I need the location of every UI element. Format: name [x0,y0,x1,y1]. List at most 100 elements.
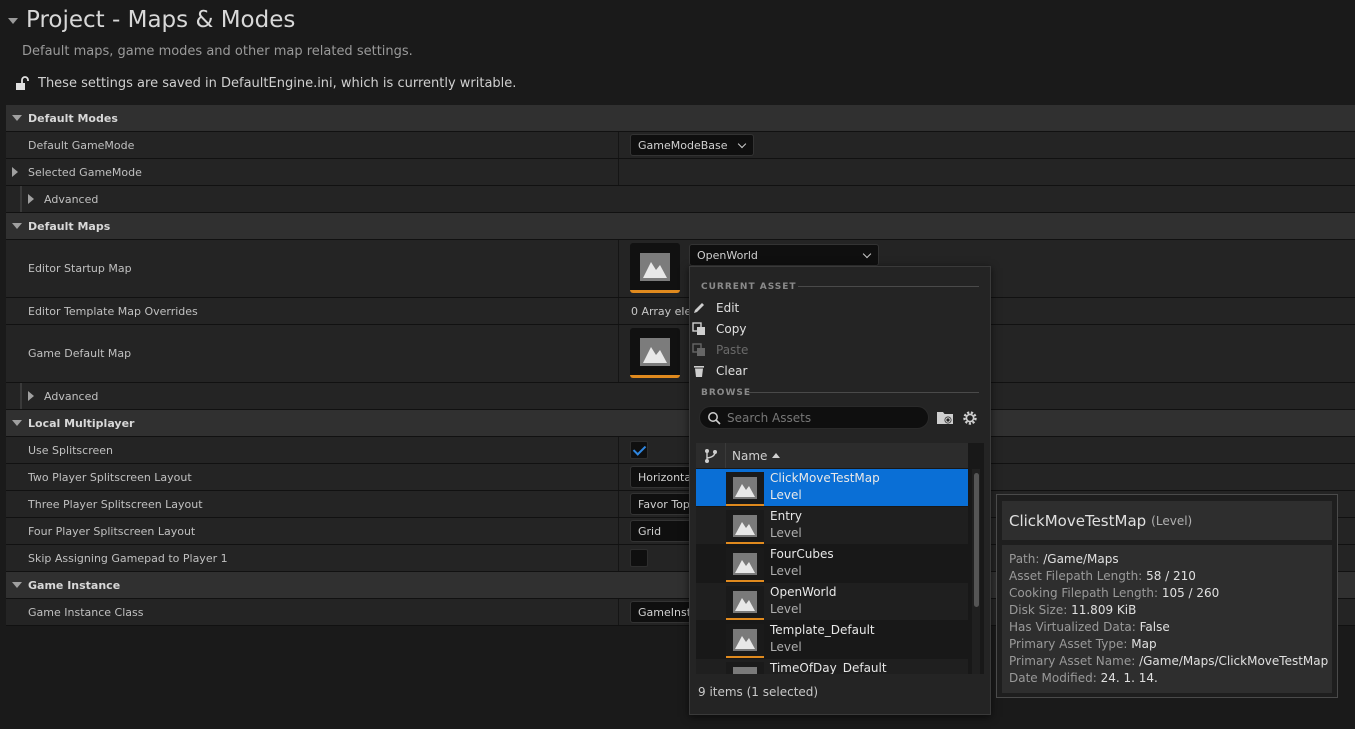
tooltip-row: Primary Asset Name: /Game/Maps/ClickMove… [1009,653,1328,670]
asset-list: Name ClickMoveTestMap Level Entry Level Four… [696,443,984,674]
level-icon [733,667,757,674]
search-placeholder: Search Assets [727,410,812,425]
level-thumbnail [726,510,764,544]
menu-item-label: Copy [716,322,747,336]
copy-icon [692,322,705,335]
level-icon [733,553,757,575]
skip-gamepad-checkbox[interactable] [630,549,648,567]
level-icon [733,477,757,499]
collapse-arrow-icon[interactable] [8,18,18,24]
collapse-arrow-icon[interactable] [12,420,22,426]
edit-menu-item[interactable]: Edit [694,301,740,315]
category-default-maps[interactable]: Default Maps [6,213,1355,240]
asset-type: Level [770,640,802,654]
collapse-arrow-icon[interactable] [12,582,22,588]
row-label: Advanced [44,389,99,403]
category-local-multiplayer[interactable]: Local Multiplayer [6,410,1355,437]
row-use-splitscreen: Use Splitscreen [6,437,1355,464]
settings-gear-icon[interactable] [961,409,979,427]
row-selected-gamemode[interactable]: Selected GameMode [6,159,1355,186]
row-label: Advanced [44,192,99,206]
tooltip-asset-name: ClickMoveTestMap [1009,511,1147,530]
collapse-arrow-icon[interactable] [12,223,22,229]
asset-name: TimeOfDay_Default [770,661,887,674]
tooltip-asset-class: (Level) [1151,513,1193,528]
asset-list-item[interactable]: OpenWorld Level [696,583,968,620]
tooltip-key: Date Modified: [1009,671,1097,685]
saved-note: These settings are saved in DefaultEngin… [14,75,516,91]
asset-list-item[interactable]: Entry Level [696,507,968,544]
row-label: Editor Startup Map [28,262,132,275]
asset-name: Template_Default [770,623,875,637]
level-thumbnail [726,472,764,506]
row-advanced-maps[interactable]: Advanced [6,383,1355,410]
tooltip-value: Map [1131,637,1157,651]
collapse-arrow-icon[interactable] [12,115,22,121]
settings-header: Project - Maps & Modes Default maps, gam… [0,0,1355,105]
folder-browse-icon[interactable] [936,409,954,427]
asset-list-item[interactable]: ClickMoveTestMap Level [696,469,968,506]
name-column-header[interactable]: Name [732,449,767,463]
current-asset-header: CURRENT ASSET [701,282,797,292]
expand-arrow-icon[interactable] [28,391,34,401]
row-editor-startup-map: Editor Startup Map [6,240,1355,298]
row-label: Three Player Splitscreen Layout [28,497,203,511]
saved-note-text: These settings are saved in DefaultEngin… [38,75,517,91]
source-column-header[interactable] [696,443,726,468]
item-count: 9 items (1 selected) [698,685,819,699]
combo-value: GameModeBase [638,138,728,152]
tooltip-key: Primary Asset Name: [1009,654,1136,668]
tooltip-row: Cooking Filepath Length: 105 / 260 [1009,585,1325,602]
use-splitscreen-checkbox[interactable] [630,441,648,459]
asset-name: ClickMoveTestMap [770,471,880,485]
title-row: Project - Maps & Modes [8,7,295,33]
unlock-icon [16,76,29,90]
search-assets-input[interactable]: Search Assets [699,406,929,429]
sort-ascending-icon [772,453,780,458]
asset-list-item[interactable]: Template_Default Level [696,621,968,658]
level-icon [733,515,757,537]
row-editor-template-map: Editor Template Map Overrides 0 Array el… [6,298,1355,325]
level-icon [640,252,670,281]
row-label: Game Default Map [28,347,132,360]
asset-type: Level [770,488,802,502]
level-thumbnail [726,586,764,620]
level-icon [733,629,757,651]
asset-tooltip: ClickMoveTestMap (Level) Path: /Game/Map… [996,494,1338,698]
combo-value: Horizontal [638,470,695,484]
row-label: Skip Assigning Gamepad to Player 1 [28,551,228,565]
editor-startup-map-thumbnail[interactable] [630,243,680,293]
tooltip-row: Disk Size: 11.809 KiB [1009,602,1325,619]
row-advanced[interactable]: Advanced [6,186,1355,213]
trash-icon [694,366,704,377]
menu-item-label: Edit [716,301,740,315]
expand-arrow-icon[interactable] [12,167,18,177]
paste-menu-item[interactable]: Paste [692,343,748,357]
category-default-modes[interactable]: Default Modes [6,105,1355,132]
gamemode-combo[interactable]: GameModeBase [630,134,754,156]
level-icon [733,591,757,613]
row-label: Four Player Splitscreen Layout [28,524,196,538]
chevron-down-icon [737,139,747,149]
scrollbar-thumb[interactable] [974,473,979,607]
editor-startup-map-combo[interactable]: OpenWorld [689,244,879,266]
row-label: Use Splitscreen [28,443,114,457]
tooltip-value: 105 / 260 [1161,586,1220,600]
category-label: Default Modes [28,111,118,125]
level-icon [640,337,670,366]
tooltip-details: Path: /Game/Maps Asset Filepath Length: 5… [1002,545,1332,693]
asset-name: Entry [770,509,802,523]
category-label: Default Maps [28,219,111,233]
browse-header: BROWSE [701,388,751,398]
expand-arrow-icon[interactable] [28,194,34,204]
level-thumbnail [726,548,764,582]
page-subtitle: Default maps, game modes and other map r… [22,44,413,59]
asset-list-item[interactable]: TimeOfDay_DefaultLevel [696,659,968,674]
asset-list-item[interactable]: FourCubes Level [696,545,968,582]
indent-bar [20,186,22,212]
category-label: Local Multiplayer [28,416,135,430]
copy-menu-item[interactable]: Copy [692,322,747,336]
game-default-map-thumbnail[interactable] [630,328,680,378]
clear-menu-item[interactable]: Clear [694,364,747,378]
tooltip-header: ClickMoveTestMap (Level) [1002,501,1332,540]
